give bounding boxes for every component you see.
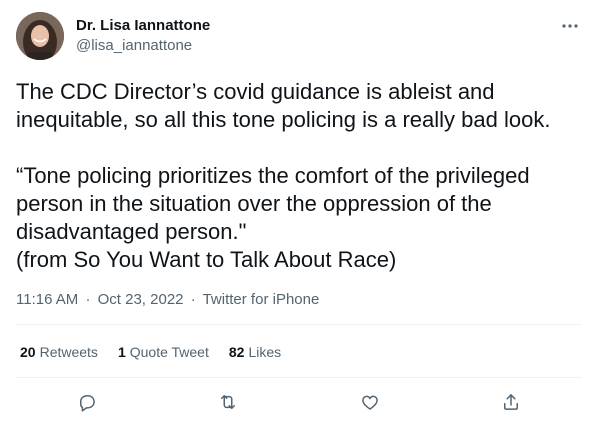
quote-tweets-label: Quote Tweet	[129, 344, 209, 360]
tweet-stats: 20 Retweets 1 Quote Tweet 82 Likes	[20, 342, 301, 362]
likes-label: Likes	[248, 344, 282, 360]
divider-bottom	[16, 377, 582, 378]
quote-tweets-count: 1	[117, 344, 126, 360]
tweet-text: The CDC Director’s covid guidance is abl…	[16, 79, 551, 272]
tweet-time[interactable]: 11:16 AM	[16, 291, 78, 308]
tweet-header: Dr. Lisa Iannattone @lisa_iannattone	[16, 12, 582, 60]
tweet-source-link[interactable]: Twitter for iPhone	[203, 291, 320, 308]
author-handle[interactable]: @lisa_iannattone	[76, 36, 210, 56]
meta-separator-2: ·	[190, 291, 196, 308]
retweet-icon	[221, 395, 235, 409]
retweets-count: 20	[20, 344, 36, 360]
avatar-image	[16, 12, 64, 60]
tweet-date[interactable]: Oct 23, 2022	[98, 291, 184, 308]
likes-count: 82	[228, 344, 245, 360]
like-icon	[362, 395, 378, 410]
tweet-actions	[16, 386, 582, 418]
retweet-button[interactable]	[211, 386, 245, 418]
reply-button[interactable]	[70, 386, 104, 418]
avatar[interactable]	[16, 12, 64, 60]
likes-stat[interactable]: 82 Likes	[229, 342, 281, 362]
author-display-name[interactable]: Dr. Lisa Iannattone	[76, 16, 210, 36]
more-dots-icon	[562, 24, 578, 28]
author-names: Dr. Lisa Iannattone @lisa_iannattone	[76, 16, 210, 56]
quote-tweets-stat[interactable]: 1 Quote Tweet	[118, 342, 209, 362]
tweet: Dr. Lisa Iannattone @lisa_iannattone The…	[0, 0, 598, 425]
reply-icon	[80, 395, 95, 412]
share-button[interactable]	[494, 386, 528, 418]
meta-separator: ·	[85, 291, 91, 308]
tweet-meta: 11:16 AM · Oct 23, 2022 · Twitter for iP…	[16, 290, 319, 310]
divider-top	[16, 324, 582, 325]
retweets-label: Retweets	[39, 344, 98, 360]
retweets-stat[interactable]: 20 Retweets	[20, 342, 98, 362]
share-icon	[504, 394, 518, 410]
like-button[interactable]	[353, 386, 387, 418]
more-options-button[interactable]	[558, 16, 582, 36]
